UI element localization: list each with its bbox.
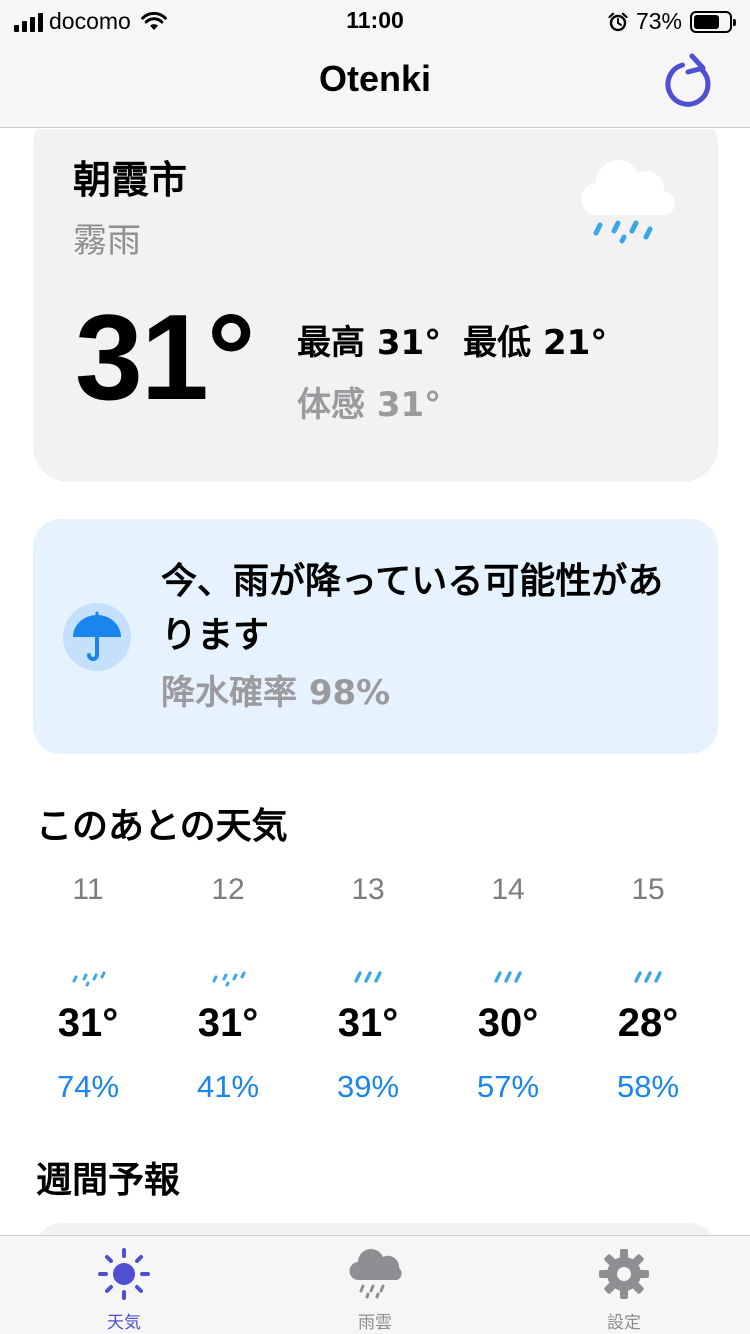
hour-temperature: 30° <box>477 1001 539 1045</box>
refresh-icon[interactable] <box>658 52 720 114</box>
tab-label: 天気 <box>107 1313 141 1333</box>
low-temperature: 最低 21° <box>463 323 608 363</box>
tab-rain-radar[interactable]: 雨雲 <box>315 1246 435 1333</box>
hour-precipitation: 74% <box>56 1069 120 1104</box>
navigation-bar: Otenki <box>0 42 750 128</box>
tab-label: 雨雲 <box>358 1313 392 1333</box>
status-bar: docomo 11:00 73% <box>0 0 750 42</box>
hour-temperature: 31° <box>197 1001 259 1045</box>
tab-bar: 天気 雨雲 設定 <box>0 1235 750 1334</box>
alarm-icon <box>608 12 628 31</box>
hour-precipitation: 57% <box>476 1069 540 1104</box>
hour-label: 12 <box>211 873 245 906</box>
hour-temperature: 31° <box>57 1001 119 1045</box>
app-title: Otenki <box>318 58 432 99</box>
weather-condition: 霧雨 <box>73 221 141 261</box>
hour-label: 11 <box>72 873 104 906</box>
rain-alert-card: 今、雨が降っている可能性があります 降水確率 98% <box>33 519 718 754</box>
hourly-item: 13 31° 39% <box>298 869 438 1109</box>
city-name: 朝霞市 <box>73 158 188 202</box>
rain-alert-message: 今、雨が降っている可能性があります <box>161 561 664 656</box>
hour-temperature: 28° <box>617 1001 679 1045</box>
drizzle-icon <box>72 971 106 987</box>
hour-precipitation: 58% <box>616 1069 680 1104</box>
battery-percent: 73% <box>635 8 682 34</box>
current-weather-card: 朝霞市 霧雨 31° 最高 31° 最低 21° 体感 31° <box>33 129 718 482</box>
cloud-drizzle-icon <box>580 160 676 244</box>
sun-icon <box>98 1248 150 1300</box>
hourly-item: 11 31° 74% <box>18 869 158 1109</box>
precipitation-probability: 降水確率 98% <box>161 673 391 713</box>
feels-like-temperature: 体感 31° <box>297 385 442 425</box>
hour-label: 13 <box>351 873 385 906</box>
hourly-forecast[interactable]: 11 31° 74% 12 31° 41% 13 31° 39% 14 30° … <box>18 869 718 1109</box>
high-low-temperature: 最高 31° 最低 21° <box>297 315 607 364</box>
hourly-item: 15 28° 58% <box>578 869 718 1109</box>
umbrella-icon <box>63 603 131 671</box>
rain-icon <box>494 971 522 983</box>
tab-label: 設定 <box>607 1313 641 1333</box>
hourly-item: 12 31° 41% <box>158 869 298 1109</box>
current-temperature: 31° <box>75 289 255 425</box>
hour-label: 14 <box>491 873 525 906</box>
battery-level <box>694 14 719 29</box>
hourly-forecast-title: このあとの天気 <box>36 806 288 847</box>
hour-label: 15 <box>631 873 665 906</box>
weekly-forecast-title: 週間予報 <box>36 1160 181 1201</box>
rain-icon <box>634 971 662 983</box>
hour-precipitation: 39% <box>336 1069 400 1104</box>
rain-icon <box>354 971 382 983</box>
hour-precipitation: 41% <box>196 1069 260 1104</box>
drizzle-icon <box>212 971 246 987</box>
rain-cloud-icon <box>349 1249 402 1299</box>
weekly-forecast-card <box>33 1223 718 1235</box>
tab-weather[interactable]: 天気 <box>64 1246 184 1333</box>
battery-icon <box>690 10 736 33</box>
high-temperature: 最高 31° <box>297 323 442 363</box>
tab-settings[interactable]: 設定 <box>564 1246 684 1333</box>
hour-temperature: 31° <box>337 1001 399 1045</box>
scroll-content[interactable]: 朝霞市 霧雨 31° 最高 31° 最低 21° 体感 31° 今、雨が降っている… <box>0 129 750 1235</box>
hourly-item: 14 30° 57% <box>438 869 578 1109</box>
gear-icon <box>599 1249 649 1299</box>
status-right: 73% <box>608 8 736 35</box>
